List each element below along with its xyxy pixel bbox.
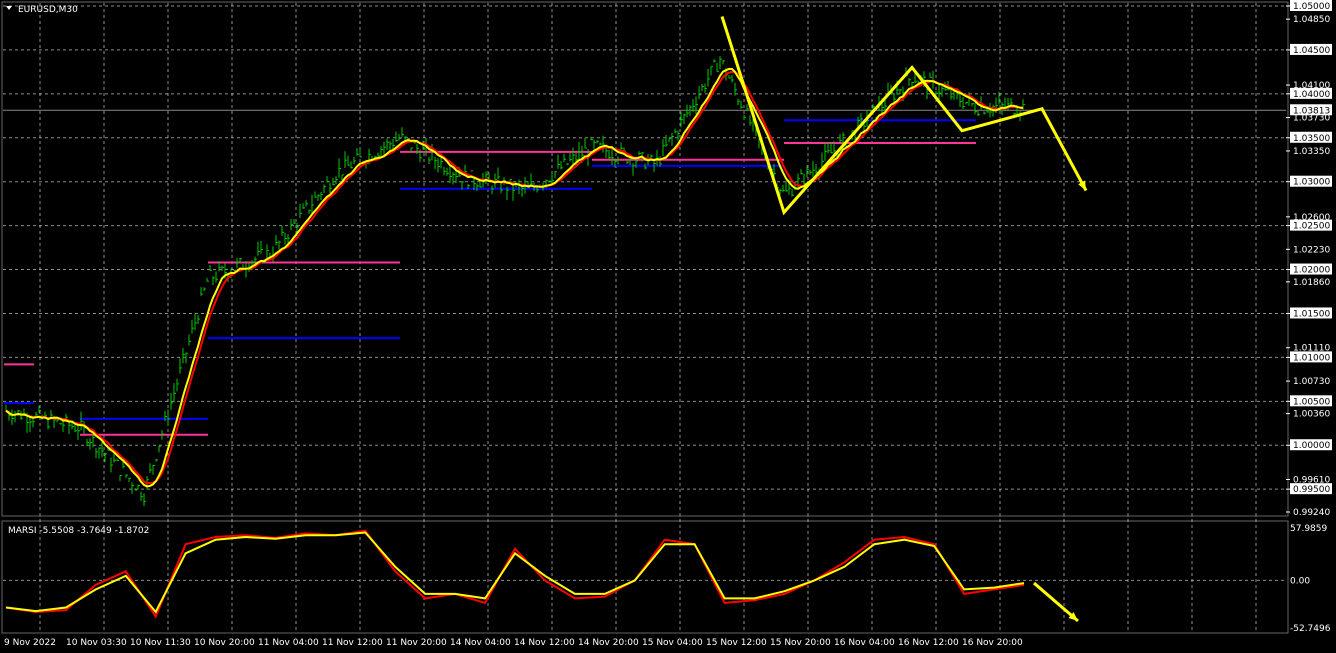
time-tick-label: 11 Nov 20:00	[386, 638, 447, 648]
time-axis: 9 Nov 2022 10 Nov 03:30 10 Nov 11:30 10 Nov…	[4, 638, 1023, 648]
price-tick-label: 1.05000	[1293, 2, 1330, 12]
chart-title: EURUSD,M30	[18, 5, 78, 15]
time-tick-label: 14 Nov 04:00	[450, 638, 511, 648]
price-tick-label: 1.01860	[1293, 278, 1330, 288]
price-tick-label: 1.01000	[1293, 353, 1330, 363]
price-tick-label: 0.99240	[1293, 508, 1330, 518]
chart-canvas: 1.050001.048501.045001.041001.040001.037…	[0, 0, 1336, 653]
price-tick-label: 1.03500	[1293, 134, 1330, 144]
time-tick-label: 11 Nov 12:00	[322, 638, 383, 648]
time-tick-label: 14 Nov 20:00	[578, 638, 639, 648]
price-tick-label: 1.00730	[1293, 377, 1330, 387]
time-tick-label: 10 Nov 20:00	[194, 638, 255, 648]
time-tick-label: 16 Nov 20:00	[962, 638, 1023, 648]
price-tick-label: 1.04500	[1293, 46, 1330, 56]
price-tick-label: 1.01500	[1293, 309, 1330, 319]
price-tick-label: 1.03350	[1293, 147, 1330, 157]
price-tick-label: 1.00500	[1293, 397, 1330, 407]
price-tick-label: 1.00000	[1293, 441, 1330, 451]
time-tick-label: 16 Nov 12:00	[898, 638, 959, 648]
time-tick-label: 9 Nov 2022	[4, 638, 56, 648]
indicator-tick-label: 0.00	[1290, 576, 1310, 586]
price-tick-label: 1.02000	[1293, 266, 1330, 276]
time-tick-label: 15 Nov 12:00	[706, 638, 767, 648]
indicator-tick-label: 57.9859	[1290, 524, 1327, 534]
time-tick-label: 16 Nov 04:00	[834, 638, 895, 648]
indicator-title: MARSI -5.5508 -3.7649 -1.8702	[8, 526, 149, 536]
time-tick-label: 14 Nov 12:00	[514, 638, 575, 648]
price-tick-label: 1.03000	[1293, 178, 1330, 188]
price-tick-label: 1.00360	[1293, 410, 1330, 420]
price-tick-label: 1.04850	[1293, 15, 1330, 25]
price-tick-label: 0.99500	[1293, 485, 1330, 495]
time-tick-label: 15 Nov 04:00	[642, 638, 703, 648]
current-price-label: 1.03813	[1293, 106, 1330, 116]
price-tick-label: 1.04000	[1293, 90, 1330, 100]
time-tick-label: 15 Nov 20:00	[770, 638, 831, 648]
indicator-tick-label: -52.7496	[1290, 624, 1331, 634]
time-tick-label: 10 Nov 03:30	[66, 638, 127, 648]
time-tick-label: 10 Nov 11:30	[130, 638, 191, 648]
price-tick-label: 1.02230	[1293, 245, 1330, 255]
price-tick-label: 1.02500	[1293, 222, 1330, 232]
time-tick-label: 11 Nov 04:00	[258, 638, 319, 648]
